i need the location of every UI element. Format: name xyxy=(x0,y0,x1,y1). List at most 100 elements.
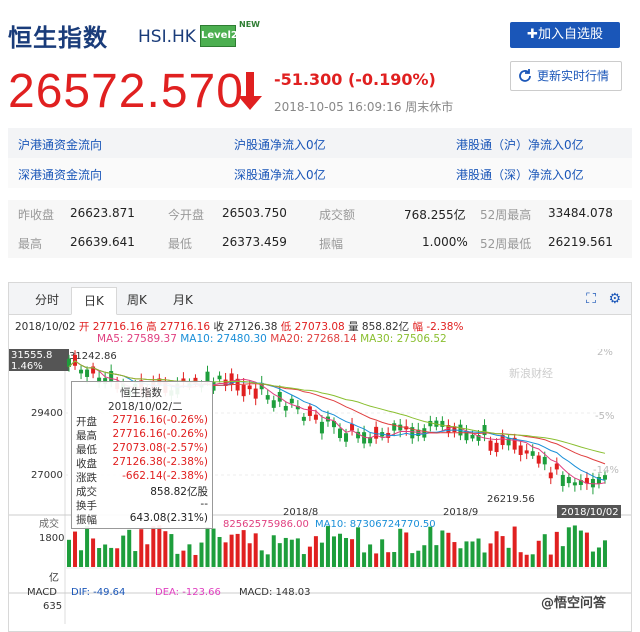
sh-southbound[interactable]: 港股通（沪）净流入0亿 xyxy=(456,136,584,153)
dea-value: DEA: -123.66 xyxy=(155,587,221,598)
volume-bar xyxy=(500,536,505,567)
footer-watermark: @悟空问答 xyxy=(541,595,607,611)
volume-bar xyxy=(572,525,577,567)
sz-southbound[interactable]: 港股通（深）净流入0亿 xyxy=(456,166,584,183)
ma-readout: MA5: 27589.37 MA10: 27480.30 MA20: 27268… xyxy=(97,333,447,345)
volume-bar xyxy=(506,547,511,567)
open-value: 26503.750 xyxy=(222,206,287,220)
volume-bar xyxy=(295,538,300,567)
tooltip-row-value: 643.08(2.31%) xyxy=(129,512,208,524)
settings-icon[interactable]: ⚙ xyxy=(608,291,621,307)
tab-intraday[interactable]: 分时 xyxy=(35,291,59,308)
volume-bar xyxy=(536,540,541,567)
candle xyxy=(265,395,270,400)
candle xyxy=(241,384,246,397)
volume-bar xyxy=(560,546,565,567)
pct-5-label: -5% xyxy=(595,411,614,422)
volume-bar xyxy=(416,550,421,567)
ohlc-pct: 幅 -2.38% xyxy=(412,321,464,333)
sh-northbound[interactable]: 沪股通净流入0亿 xyxy=(234,136,326,153)
volume-bar xyxy=(193,554,198,567)
volume-bar xyxy=(410,553,415,567)
tooltip-row-value: -- xyxy=(200,498,208,510)
x-sep-label: 2018/9 xyxy=(443,507,478,518)
volume-bar xyxy=(205,527,210,567)
candle xyxy=(602,475,607,480)
ohlc-vol: 量 858.82亿 xyxy=(348,321,410,333)
candle xyxy=(470,434,475,439)
volume-bar xyxy=(452,542,457,567)
vol-label: 成交 xyxy=(39,517,59,530)
volume-bar xyxy=(428,526,433,567)
add-watchlist-button[interactable]: ✚加入自选股 xyxy=(510,22,620,48)
volume-bar xyxy=(127,529,132,567)
volume-bar xyxy=(199,542,204,567)
pct-2-label: 2% xyxy=(597,349,613,358)
x-aug-label: 2018/8 xyxy=(283,507,318,518)
amp-label: 振幅 xyxy=(319,237,344,251)
volume-bar xyxy=(338,533,342,567)
x-last-label: 2018/10/02 xyxy=(561,507,619,518)
volume-bar xyxy=(187,544,192,567)
volume-bar xyxy=(566,527,571,567)
volume-bar xyxy=(163,531,168,567)
vol-ma5: 82562575986.00 xyxy=(223,519,309,530)
ohlc-low: 低 27073.08 xyxy=(280,321,345,333)
volume-bar xyxy=(265,554,270,567)
volume-bar xyxy=(464,541,469,567)
refresh-icon xyxy=(519,69,531,82)
sz-northbound[interactable]: 深股通净流入0亿 xyxy=(234,166,326,183)
level2-badge[interactable]: Level2 xyxy=(200,25,238,47)
volume-bar xyxy=(440,530,445,567)
volume-bar xyxy=(271,535,276,567)
tab-weekly[interactable]: 周K xyxy=(127,291,147,308)
volume-bar xyxy=(344,537,349,567)
refresh-button[interactable]: 更新实时行情 xyxy=(510,61,622,91)
high52-label: 52周最高 xyxy=(480,208,532,222)
dif-value: DIF: -49.64 xyxy=(71,587,125,598)
fullscreen-icon[interactable]: ⛶ xyxy=(586,291,596,307)
low-value: 26373.459 xyxy=(222,235,287,249)
volume-bar xyxy=(404,532,409,567)
candle xyxy=(319,421,324,434)
volume-bar xyxy=(169,534,174,567)
candle xyxy=(289,398,294,404)
volume-bar xyxy=(67,539,71,567)
chart-toolbar: ⛶ ⚙ xyxy=(586,291,621,307)
volume-bar xyxy=(512,526,517,567)
flow-row-sh: 沪港通资金流向 沪股通净流入0亿 港股通（沪）净流入0亿 xyxy=(8,128,632,158)
tooltip-row-label: 换手 xyxy=(76,500,97,512)
ohlc-high: 高 27716.16 xyxy=(146,321,211,333)
ohlc-open: 开 27716.16 xyxy=(78,321,143,333)
y-mid-label: 29400 xyxy=(31,408,63,419)
tooltip-row-label: 振幅 xyxy=(76,514,97,526)
volume-bar xyxy=(289,539,294,567)
tooltip-title: 恒生指数 xyxy=(120,387,162,399)
volume-bar xyxy=(151,526,156,567)
volume-bar xyxy=(434,545,439,567)
volume-bar xyxy=(590,551,595,567)
volume-bar xyxy=(392,552,397,567)
candle xyxy=(560,474,565,486)
volume-bar xyxy=(109,547,114,567)
volume-bar xyxy=(476,538,481,567)
period-tabs: 分时 日K 周K 月K ⛶ ⚙ xyxy=(9,283,631,315)
sh-flow-link[interactable]: 沪港通资金流向 xyxy=(18,136,102,153)
sz-flow-link[interactable]: 深港通资金流向 xyxy=(18,166,102,183)
volume-bar xyxy=(223,542,228,567)
volume-bar xyxy=(259,550,264,567)
tab-monthly[interactable]: 月K xyxy=(173,291,193,308)
volume-bar xyxy=(79,550,84,567)
volume-bar xyxy=(530,554,535,567)
tooltip-row-value: 27126.38(-2.38%) xyxy=(112,456,208,468)
tab-daily[interactable]: 日K xyxy=(71,287,117,315)
volume-bar xyxy=(331,536,336,567)
vol-unit-label: 亿 xyxy=(49,571,59,584)
volume-bar xyxy=(85,525,90,567)
candle xyxy=(271,400,276,408)
volume-bar xyxy=(181,550,186,567)
volume-bar xyxy=(157,525,162,567)
volume-bar xyxy=(211,528,216,567)
volume-bar xyxy=(518,552,523,567)
macd-y-label: 635 xyxy=(43,601,62,612)
